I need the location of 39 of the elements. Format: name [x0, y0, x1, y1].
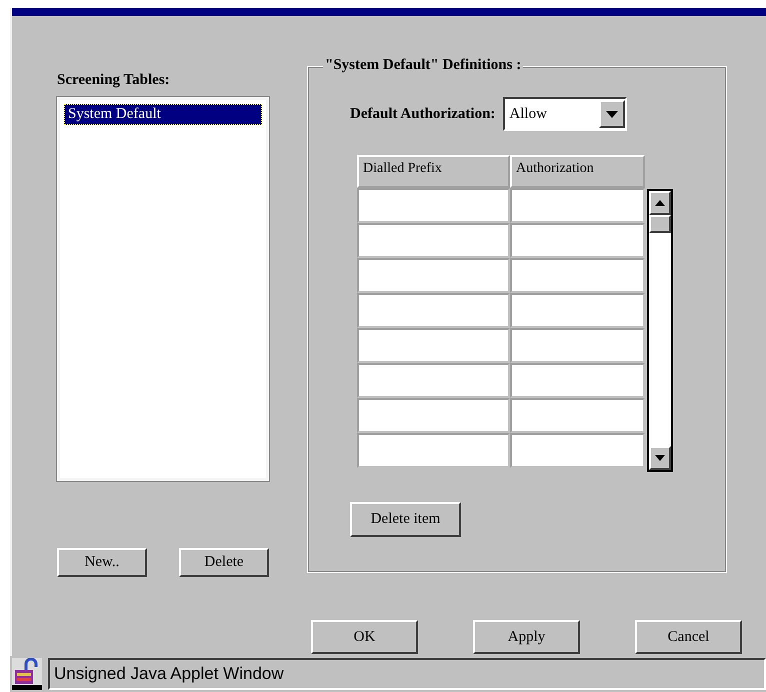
table-cell[interactable] — [510, 398, 645, 433]
down-arrow-icon — [655, 455, 665, 461]
screening-tables-list[interactable]: System Default — [57, 97, 269, 481]
lock-icon — [12, 658, 42, 690]
vertical-scrollbar[interactable] — [647, 189, 673, 472]
delete-button[interactable]: Delete — [179, 548, 269, 577]
new-button[interactable]: New.. — [57, 548, 147, 577]
table-cell[interactable] — [357, 398, 510, 433]
table-cell[interactable] — [357, 293, 510, 328]
screening-tables-label: Screening Tables: — [57, 72, 171, 89]
dropdown-arrow-icon — [606, 110, 618, 118]
default-authorization-label: Default Authorization: — [350, 106, 496, 122]
table-cell[interactable] — [510, 433, 645, 468]
list-item[interactable]: System Default — [64, 104, 262, 125]
scroll-down-button[interactable] — [649, 446, 671, 470]
scroll-thumb[interactable] — [649, 215, 671, 233]
column-header[interactable]: Authorization — [510, 155, 645, 188]
column-header[interactable]: Dialled Prefix — [357, 155, 510, 188]
table-cell[interactable] — [357, 433, 510, 468]
table-cell[interactable] — [510, 258, 645, 293]
table-cell[interactable] — [357, 258, 510, 293]
authorization-dropdown[interactable]: Allow — [503, 97, 628, 131]
table-cell[interactable] — [357, 363, 510, 398]
table-cell[interactable] — [510, 363, 645, 398]
status-bar: Unsigned Java Applet Window — [48, 658, 766, 690]
table-cell[interactable] — [510, 223, 645, 258]
table-cell[interactable] — [357, 188, 510, 223]
table-cell[interactable] — [357, 328, 510, 363]
delete-item-button[interactable]: Delete item — [350, 502, 461, 537]
dialog-button[interactable]: Apply — [473, 620, 580, 654]
group-title: "System Default" Definitions : — [323, 57, 524, 74]
table-cell[interactable] — [510, 328, 645, 363]
table-cell[interactable] — [510, 188, 645, 223]
table-cell[interactable] — [510, 293, 645, 328]
dialog-button[interactable]: Cancel — [635, 620, 742, 654]
table-cell[interactable] — [357, 223, 510, 258]
scroll-up-button[interactable] — [649, 191, 671, 215]
up-arrow-icon — [655, 200, 665, 206]
dialog-button[interactable]: OK — [311, 620, 418, 654]
